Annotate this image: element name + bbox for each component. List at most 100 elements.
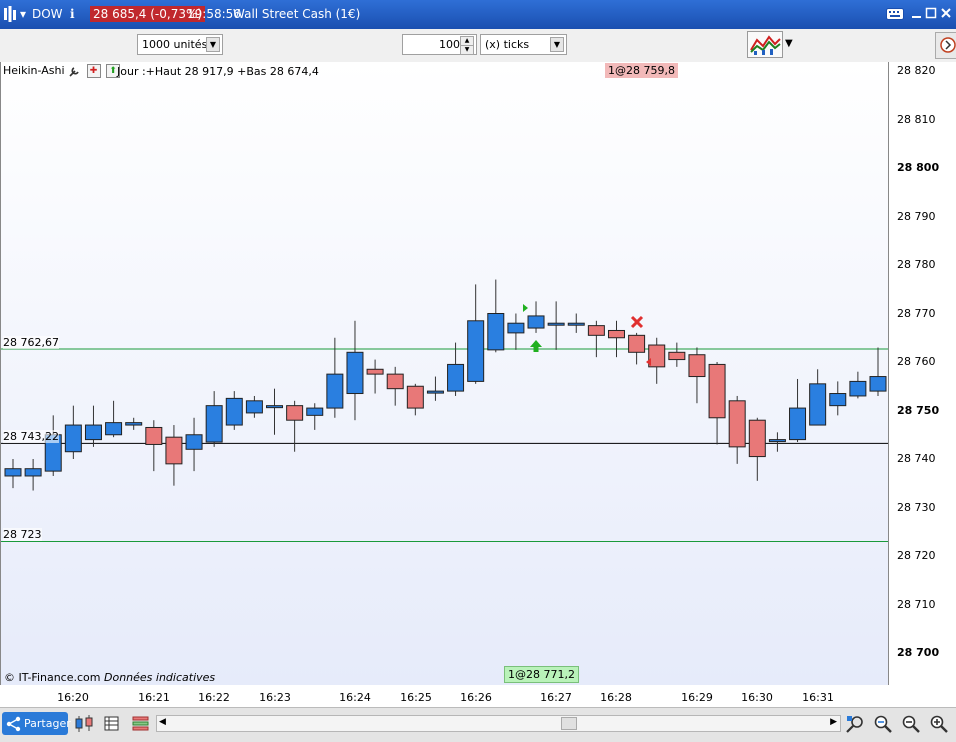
time-tick-label: 16:25 bbox=[400, 691, 432, 704]
candle bbox=[205, 391, 223, 447]
candle-body bbox=[105, 422, 123, 436]
candle bbox=[748, 417, 766, 481]
price-tick-label: 28 730 bbox=[897, 500, 936, 514]
candle-body bbox=[809, 383, 827, 426]
price-tick-label: 28 800 bbox=[897, 161, 940, 174]
candle bbox=[346, 320, 364, 421]
candle-body bbox=[185, 434, 203, 450]
indicator-chart-icon bbox=[750, 35, 781, 55]
candle bbox=[406, 383, 424, 416]
candle-body bbox=[225, 397, 243, 426]
cancel-order-icon[interactable] bbox=[630, 315, 644, 329]
candle bbox=[527, 301, 545, 333]
candle-body bbox=[607, 329, 625, 339]
level-upper-label: 28 762,67 bbox=[3, 336, 59, 349]
candle-body bbox=[245, 400, 263, 414]
candle bbox=[668, 342, 686, 367]
chart-style-button[interactable] bbox=[747, 31, 783, 58]
candle bbox=[145, 420, 163, 472]
candle bbox=[467, 284, 485, 384]
candle bbox=[648, 337, 666, 384]
maximize-icon[interactable] bbox=[925, 7, 937, 19]
units-select[interactable]: 1000 unités ▼ bbox=[137, 34, 223, 55]
time-tick-label: 16:27 bbox=[540, 691, 572, 704]
candle-body bbox=[748, 419, 766, 458]
tick-count-value: 100 bbox=[439, 38, 460, 51]
chevron-down-icon[interactable]: ▼ bbox=[550, 37, 564, 52]
chevron-down-icon[interactable]: ▼ bbox=[785, 38, 793, 49]
chart-toolbar: 1000 unités ▼ 100 ▲ ▼ (x) ticks ▼ ▼ bbox=[0, 29, 956, 63]
side-panel-tab[interactable] bbox=[935, 32, 956, 59]
copyright-text: © IT-Finance.com Données indicatives bbox=[4, 671, 215, 684]
candle bbox=[266, 388, 284, 435]
candlestick-plot bbox=[1, 279, 888, 542]
tick-type-value: (x) ticks bbox=[485, 38, 530, 51]
candle-body bbox=[688, 354, 706, 378]
zoom-out-icon[interactable] bbox=[901, 714, 921, 734]
price-chart[interactable]: Heikin-Ashi ✚ ⬆ Jour :+Haut 28 917,9 +Ba… bbox=[0, 62, 889, 685]
entry-marker-icon[interactable] bbox=[523, 304, 528, 312]
chevron-down-icon[interactable]: ▾ bbox=[20, 7, 26, 21]
time-tick-label: 16:30 bbox=[741, 691, 773, 704]
time-tick-label: 16:23 bbox=[259, 691, 291, 704]
level-lower-label: 28 723 bbox=[3, 528, 42, 541]
title-bar: ▾ DOW i 28 685,4 (-0,73%) 19:58:56 Wall … bbox=[0, 0, 956, 29]
time-tick-label: 16:24 bbox=[339, 691, 371, 704]
candle-body bbox=[527, 315, 545, 329]
day-high-low: Jour :+Haut 28 917,9 +Bas 28 674,4 bbox=[117, 65, 319, 78]
indicators-list-icon[interactable] bbox=[132, 716, 150, 732]
scroll-left-icon[interactable]: ◀ bbox=[159, 717, 166, 727]
candle-body bbox=[648, 344, 666, 368]
candle bbox=[105, 400, 123, 438]
price-tick-label: 28 700 bbox=[897, 646, 940, 659]
sell-order-label[interactable]: 1@28 759,8 bbox=[605, 63, 678, 78]
chevron-down-icon[interactable]: ▼ bbox=[206, 37, 220, 52]
candle bbox=[426, 376, 444, 401]
candle bbox=[789, 378, 807, 443]
candle-body bbox=[346, 351, 364, 395]
table-icon[interactable] bbox=[104, 716, 120, 732]
candle-body bbox=[768, 439, 786, 443]
candle-style-icon[interactable] bbox=[74, 714, 96, 734]
minimize-icon[interactable] bbox=[911, 8, 923, 20]
candle bbox=[84, 405, 102, 447]
candle-body bbox=[426, 390, 444, 394]
tick-count-stepper[interactable]: 100 ▲ ▼ bbox=[402, 34, 477, 55]
time-axis[interactable]: 16:20 16:21 16:22 16:23 16:24 16:25 16:26 16:27… bbox=[0, 685, 956, 707]
candle-body bbox=[84, 424, 102, 441]
share-button[interactable]: Partager bbox=[2, 712, 71, 735]
remove-indicator-icon[interactable]: ✚ bbox=[86, 64, 101, 78]
symbol-label[interactable]: DOW bbox=[32, 7, 63, 21]
zoom-tool-icon[interactable] bbox=[845, 714, 865, 734]
price-tick-label: 28 710 bbox=[897, 597, 936, 611]
stepper-down-icon[interactable]: ▼ bbox=[460, 45, 474, 55]
zoom-fit-icon[interactable] bbox=[873, 714, 893, 734]
buy-arrow-icon[interactable] bbox=[530, 340, 542, 352]
price-axis[interactable]: 28 820 28 810 28 800 28 790 28 780 28 770 28 7… bbox=[889, 62, 956, 685]
candle bbox=[688, 347, 706, 404]
horizontal-scrollbar[interactable]: ◀ ▶ bbox=[156, 715, 841, 732]
scroll-right-icon[interactable]: ▶ bbox=[830, 717, 837, 727]
tick-type-select[interactable]: (x) ticks ▼ bbox=[480, 34, 567, 55]
buy-order-label[interactable]: 1@28 771,2 bbox=[504, 666, 579, 683]
candle bbox=[607, 320, 625, 358]
candle-body bbox=[386, 373, 404, 390]
indicator-name[interactable]: Heikin-Ashi bbox=[3, 64, 65, 77]
candle bbox=[366, 359, 384, 394]
close-icon[interactable] bbox=[940, 7, 952, 19]
zoom-in-icon[interactable] bbox=[929, 714, 949, 734]
candle bbox=[849, 371, 867, 399]
wrench-icon[interactable] bbox=[68, 65, 81, 78]
candle bbox=[4, 459, 22, 489]
candle-body bbox=[849, 380, 867, 397]
scroll-thumb[interactable] bbox=[561, 717, 577, 730]
expand-panel-icon bbox=[940, 37, 956, 53]
candle bbox=[386, 366, 404, 406]
keyboard-icon[interactable] bbox=[886, 8, 904, 20]
candle-body bbox=[366, 368, 384, 375]
info-icon[interactable]: i bbox=[70, 7, 75, 21]
candle-body bbox=[487, 313, 505, 351]
candle bbox=[547, 301, 565, 350]
candle-body bbox=[829, 393, 847, 407]
candle-body bbox=[668, 351, 686, 361]
